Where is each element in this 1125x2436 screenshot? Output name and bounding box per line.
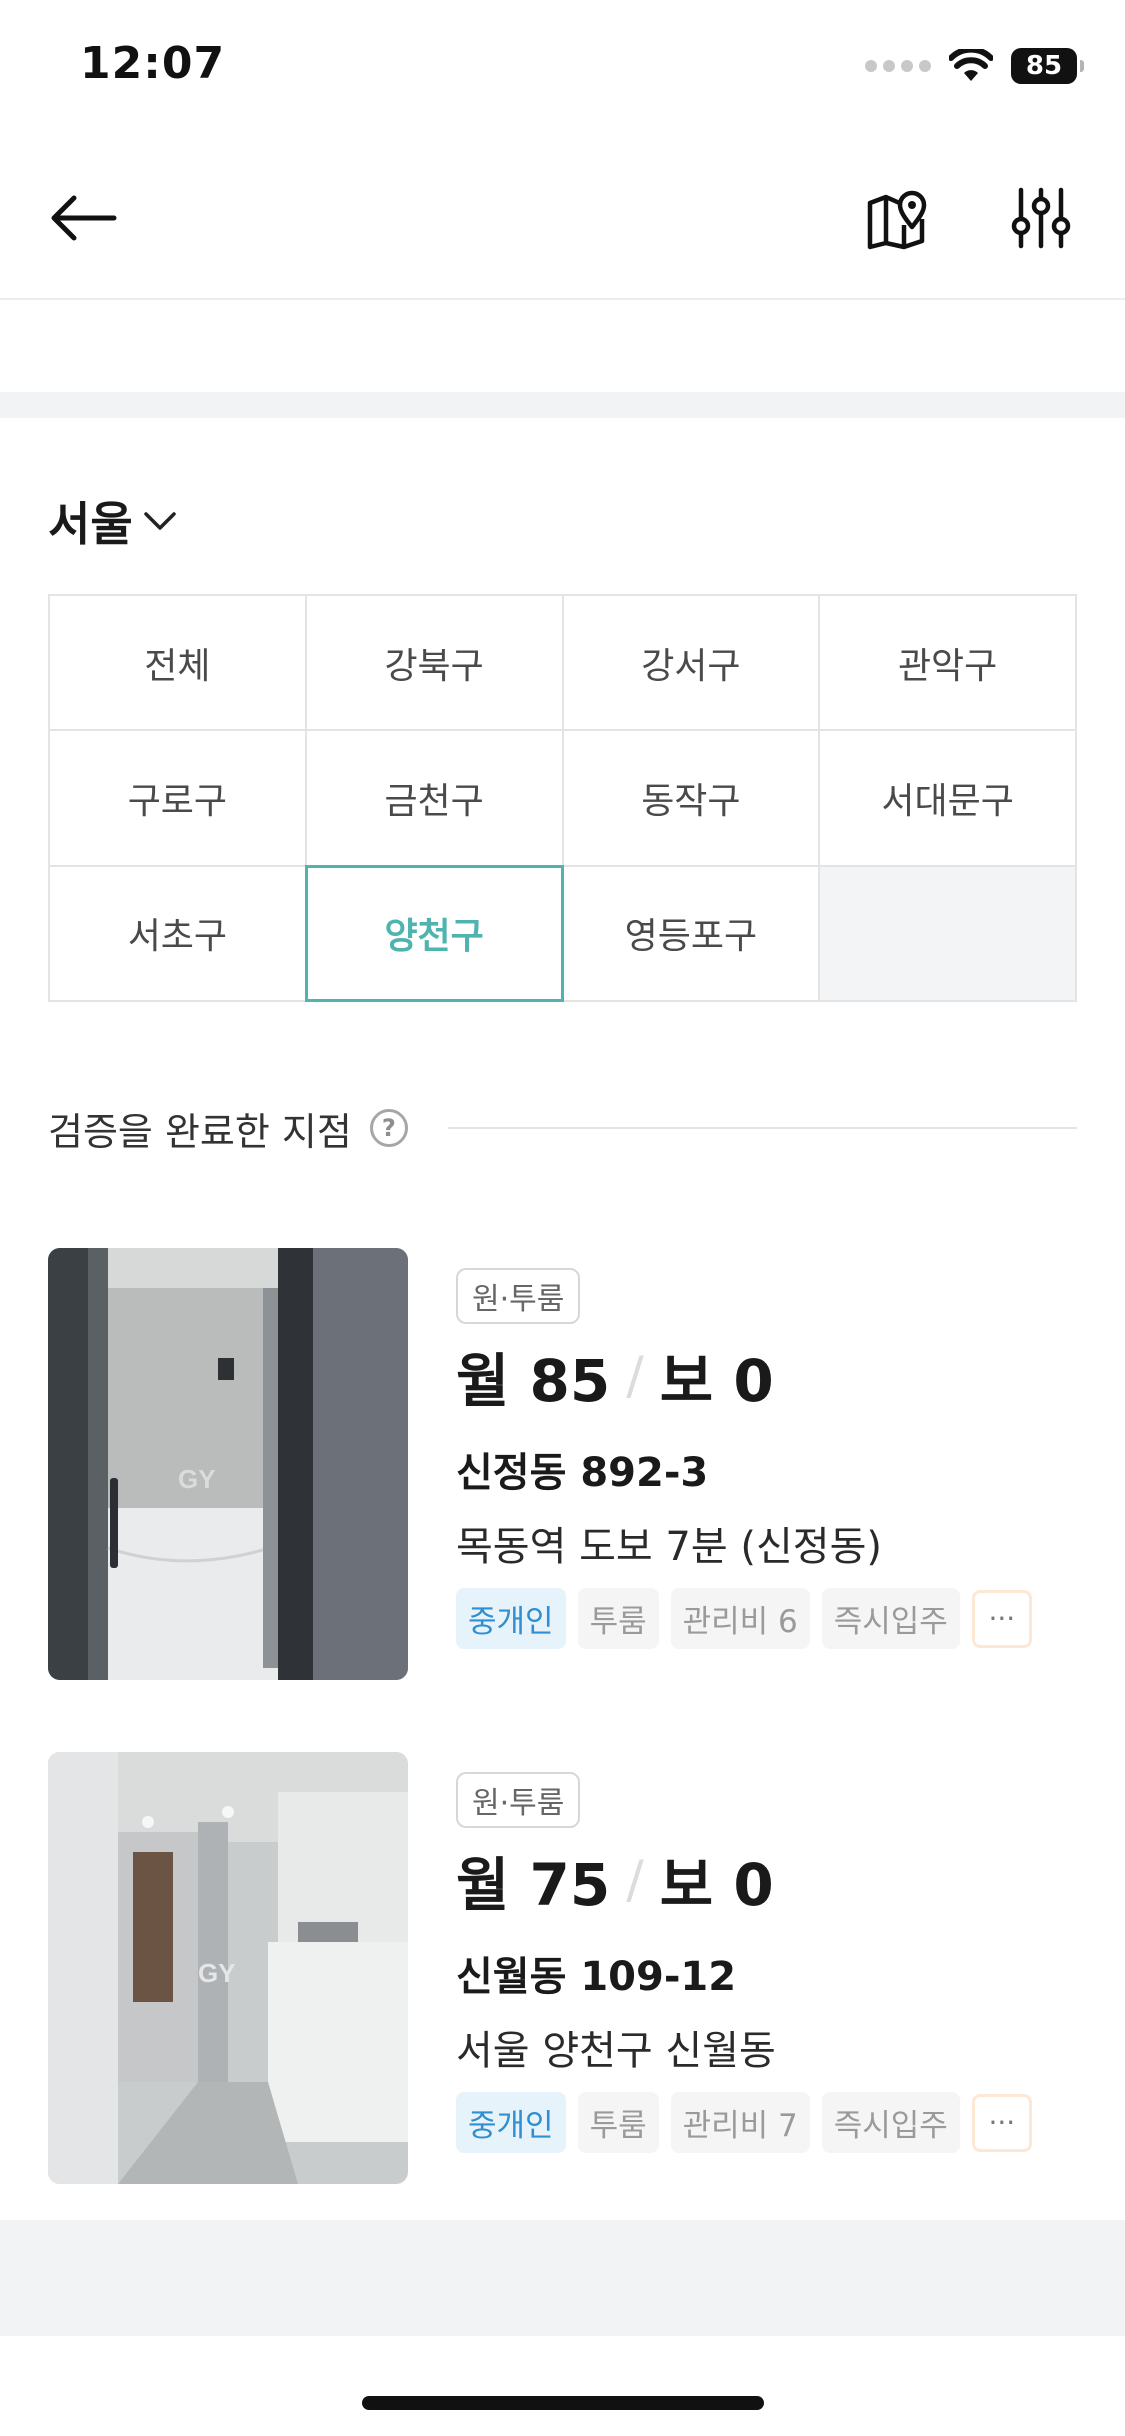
listing-tags: 중개인 투룸 관리비 6 즉시입주 ··· [456, 1588, 1076, 1649]
district-empty-cell [820, 866, 1077, 1002]
district-yangcheon-selected[interactable]: 양천구 [304, 864, 564, 1002]
maintenance-fee-tag: 관리비 6 [670, 1588, 810, 1649]
district-grid: 전체 강북구 강서구 관악구 구로구 금천구 동작구 서대문구 서초구 양천구 … [48, 594, 1077, 1002]
map-view-button[interactable] [852, 173, 942, 263]
district-seocho[interactable]: 서초구 [50, 866, 307, 1002]
room-tag: 투룸 [577, 1588, 659, 1649]
move-in-tag: 즉시입주 [821, 2092, 960, 2153]
listing-info: 원·투룸 월 85 / 보 0 신정동 892-3 목동역 도보 7분 (신정동… [456, 1268, 1076, 1649]
listing-photo[interactable]: GY [48, 1248, 408, 1680]
price-separator: / [626, 1850, 644, 1910]
svg-text:GY: GY [198, 1958, 236, 1988]
district-gangseo[interactable]: 강서구 [563, 596, 821, 732]
deposit: 보 0 [659, 1851, 774, 1919]
district-guro[interactable]: 구로구 [50, 731, 307, 867]
listing-description: 서울 양천구 신월동 [456, 2028, 776, 2074]
monthly-rent: 월 75 [456, 1851, 611, 1919]
status-bar: 12:07 85 [0, 0, 1125, 135]
more-tags-button[interactable]: ··· [971, 1589, 1032, 1648]
district-geumcheon[interactable]: 금천구 [306, 731, 564, 867]
move-in-tag: 즉시입주 [821, 1588, 960, 1649]
verified-title: 검증을 완료한 지점 [48, 1109, 352, 1154]
status-indicators: 85 [865, 48, 1084, 84]
price-separator: / [626, 1346, 644, 1406]
section-divider [0, 392, 1125, 418]
district-dongjak[interactable]: 동작구 [563, 731, 821, 867]
monthly-rent: 월 85 [456, 1347, 611, 1415]
listing-card[interactable]: GY 원·투룸 월 75 / 보 0 신월동 109-12 서울 양천구 신월동… [48, 1752, 1077, 2184]
district-all[interactable]: 전체 [50, 596, 307, 732]
battery-icon: 85 [1011, 48, 1084, 84]
svg-text:GY: GY [178, 1464, 216, 1494]
region-name: 서울 [48, 497, 133, 551]
status-time: 12:07 [80, 38, 226, 89]
listing-card[interactable]: GY 원·투룸 월 85 / 보 0 신정동 892-3 목동역 도보 7분 (… [48, 1248, 1077, 1680]
broker-tag: 중개인 [456, 1588, 566, 1649]
filter-button[interactable] [996, 173, 1086, 263]
help-icon[interactable]: ? [369, 1109, 408, 1147]
verified-section-header: 검증을 완료한 지점 ? [48, 1098, 1077, 1158]
district-gangbuk[interactable]: 강북구 [306, 596, 564, 732]
listing-price: 월 85 / 보 0 [456, 1334, 1076, 1418]
broker-tag: 중개인 [456, 2092, 566, 2153]
listing-photo[interactable]: GY [48, 1752, 408, 2184]
room-tag: 투룸 [577, 2092, 659, 2153]
listing-info: 원·투룸 월 75 / 보 0 신월동 109-12 서울 양천구 신월동 중개… [456, 1772, 1076, 2153]
listing-address: 신정동 892-3 [456, 1450, 709, 1496]
listing-tags: 중개인 투룸 관리비 7 즉시입주 ··· [456, 2092, 1076, 2153]
divider-line [447, 1127, 1077, 1129]
listing-price: 월 75 / 보 0 [456, 1838, 1076, 1922]
nav-bar [0, 135, 1125, 300]
wifi-icon [949, 49, 993, 81]
more-tags-button[interactable]: ··· [971, 2093, 1032, 2152]
room-type-badge: 원·투룸 [456, 1772, 581, 1828]
district-gwanak[interactable]: 관악구 [820, 596, 1077, 732]
room-type-badge: 원·투룸 [456, 1268, 581, 1324]
back-button[interactable] [38, 173, 128, 263]
district-yeongdeungpo[interactable]: 영등포구 [563, 866, 821, 1002]
listing-description: 목동역 도보 7분 (신정동) [456, 1524, 883, 1570]
home-indicator[interactable] [362, 2396, 764, 2410]
chevron-down-icon [143, 512, 176, 530]
bottom-section-divider [0, 2220, 1125, 2336]
listing-address: 신월동 109-12 [456, 1954, 737, 2000]
map-pin-icon [867, 190, 927, 250]
district-seodaemun[interactable]: 서대문구 [820, 731, 1077, 867]
maintenance-fee-tag: 관리비 7 [670, 2092, 810, 2153]
region-dropdown[interactable]: 서울 [48, 488, 177, 554]
cellular-signal-icon [865, 60, 931, 72]
arrow-left-icon [51, 195, 117, 241]
deposit: 보 0 [659, 1347, 774, 1415]
sliders-icon [1011, 187, 1071, 249]
